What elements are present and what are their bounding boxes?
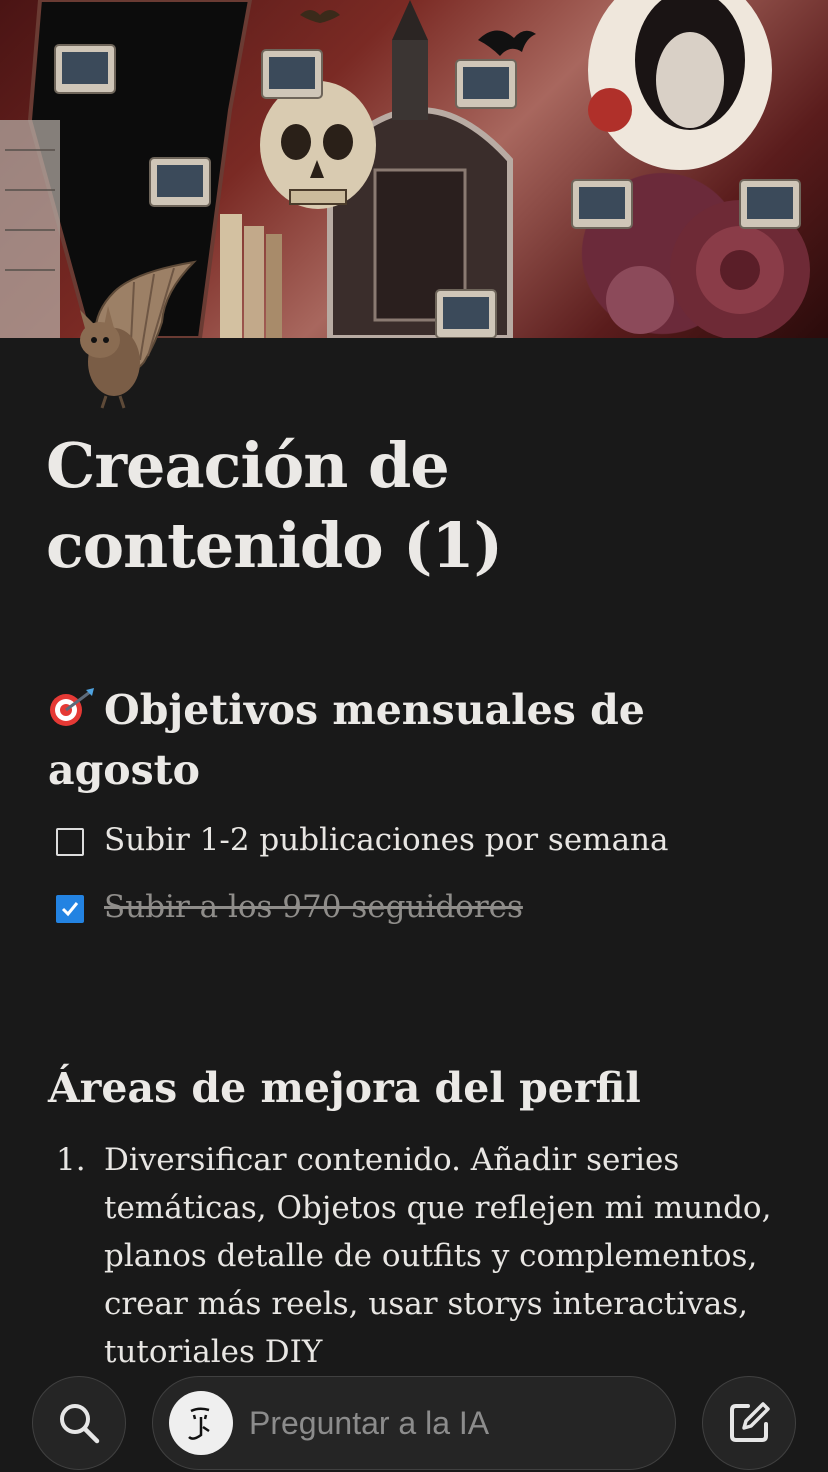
todo-checkbox-checked[interactable]	[56, 895, 84, 923]
todo-checkbox[interactable]	[56, 828, 84, 856]
target-icon	[50, 688, 94, 726]
todo-text[interactable]: Subir a los 970 seguidores	[104, 885, 523, 929]
todo-item[interactable]: Subir a los 970 seguidores	[56, 885, 523, 929]
goals-heading[interactable]: Objetivos mensuales de agosto	[48, 680, 788, 800]
search-icon	[60, 1404, 100, 1444]
page-title[interactable]: Creación de contenido (1)	[46, 426, 786, 586]
todo-text[interactable]: Subir 1-2 publicaciones por semana	[104, 818, 669, 862]
list-item-text[interactable]: Diversificar contenido. Añadir series te…	[104, 1136, 776, 1376]
areas-heading[interactable]: Áreas de mejora del perfil	[48, 1058, 788, 1118]
checkmark-icon	[61, 902, 79, 917]
ask-ai-placeholder: Preguntar a la IA	[249, 1404, 490, 1441]
compose-icon	[730, 1402, 770, 1442]
todo-item[interactable]: Subir 1-2 publicaciones por semana	[56, 818, 669, 862]
search-button[interactable]	[32, 1376, 126, 1470]
list-item[interactable]: 1. Diversificar contenido. Añadir series…	[56, 1136, 776, 1376]
compose-button[interactable]	[702, 1376, 796, 1470]
bat-icon[interactable]	[44, 252, 204, 412]
ai-face-icon	[169, 1391, 233, 1455]
numbered-list: 1. Diversificar contenido. Añadir series…	[56, 1136, 776, 1376]
ask-ai-input[interactable]: Preguntar a la IA	[152, 1376, 676, 1470]
goals-heading-text: Objetivos mensuales de agosto	[48, 686, 645, 794]
list-number: 1.	[56, 1142, 86, 1178]
